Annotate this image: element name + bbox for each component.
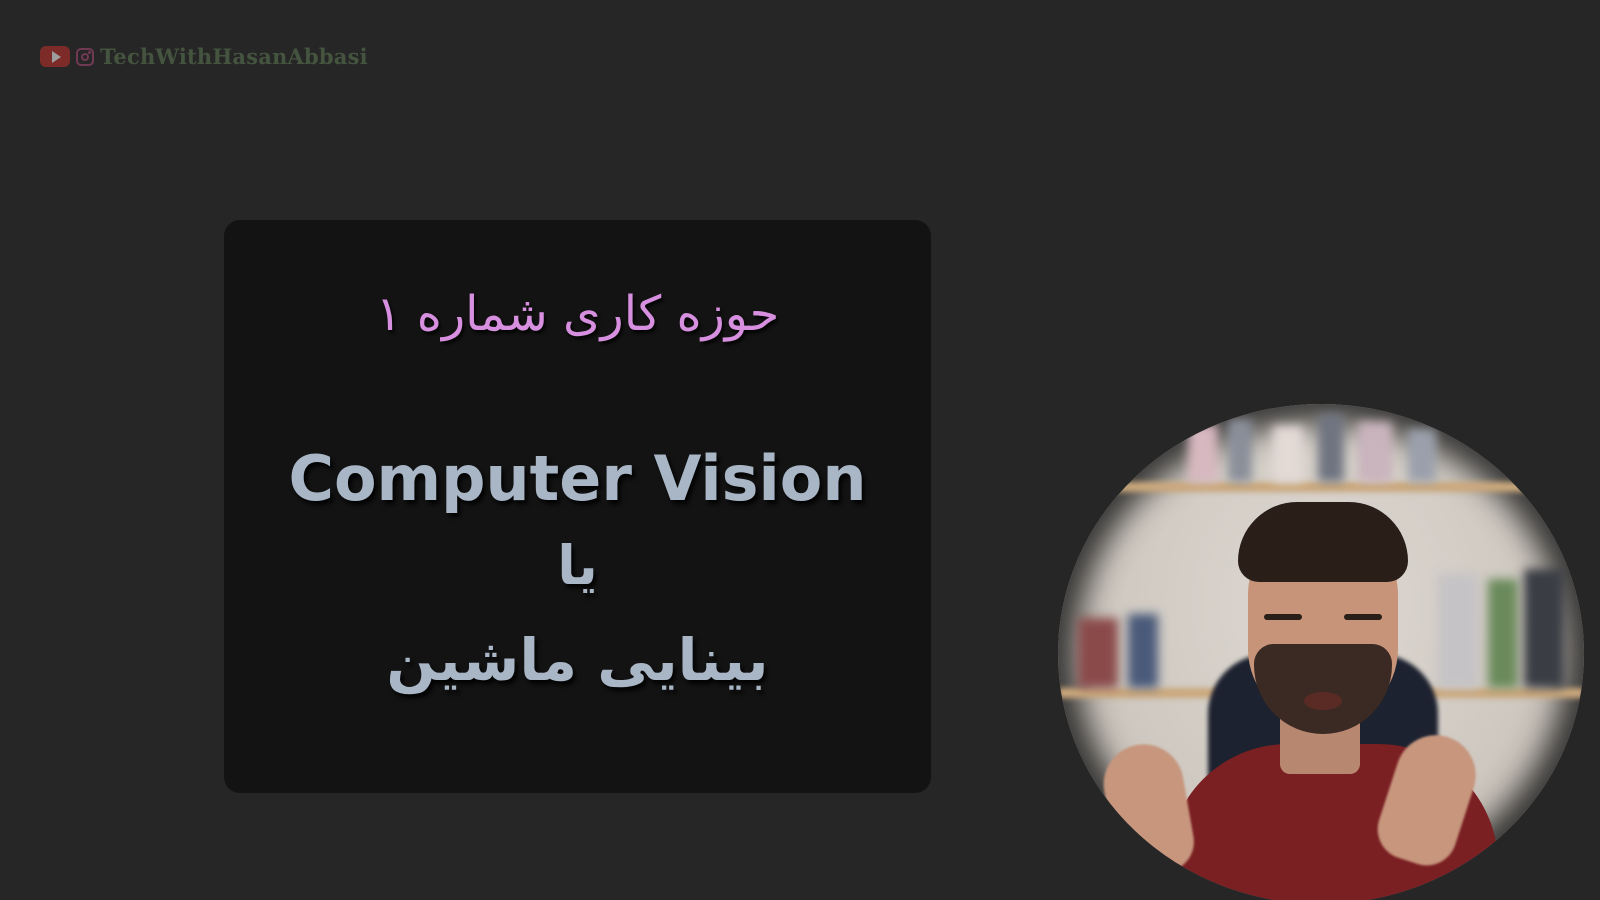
background-book xyxy=(1188,424,1218,482)
video-frame: TechWithHasanAbbasi حوزه کاری شماره ۱ Co… xyxy=(0,0,1600,900)
background-book xyxy=(1128,614,1158,688)
background-book xyxy=(1273,426,1303,482)
background-book xyxy=(1228,419,1252,482)
slide-card: حوزه کاری شماره ۱ Computer Vision یا بین… xyxy=(224,220,931,793)
slide-connector: یا xyxy=(557,534,598,597)
background-book xyxy=(1488,579,1518,688)
presenter-mouth xyxy=(1304,692,1342,710)
presenter-eyebrow xyxy=(1264,614,1302,620)
background-book xyxy=(1524,569,1564,688)
background-book xyxy=(1358,422,1392,482)
presenter-eyebrow xyxy=(1344,614,1382,620)
background-book xyxy=(1408,429,1436,482)
presenter-webcam xyxy=(1058,404,1584,900)
presenter-hand-left xyxy=(1097,738,1199,880)
background-book xyxy=(1318,414,1344,482)
presenter-hair xyxy=(1238,502,1408,582)
slide-title-persian: بینایی ماشین xyxy=(386,626,769,694)
instagram-icon xyxy=(76,47,94,66)
background-shelf xyxy=(1058,482,1584,492)
slide-title-english: Computer Vision xyxy=(288,442,867,515)
channel-name: TechWithHasanAbbasi xyxy=(100,44,368,69)
background-book xyxy=(1438,574,1478,688)
background-book xyxy=(1078,618,1118,688)
slide-heading: حوزه کاری شماره ۱ xyxy=(375,286,780,342)
channel-watermark: TechWithHasanAbbasi xyxy=(40,44,368,69)
youtube-icon xyxy=(40,46,70,67)
